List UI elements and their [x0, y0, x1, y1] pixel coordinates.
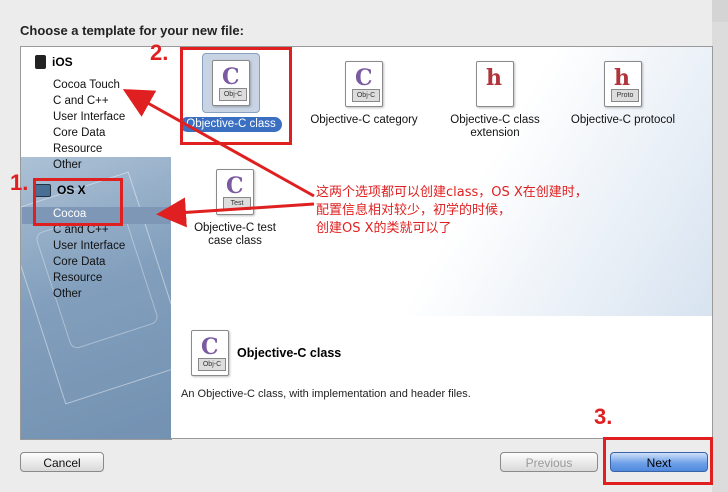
mac-icon	[35, 183, 51, 197]
ios-section-header: iOS	[35, 55, 73, 69]
template-objc-protocol[interactable]: h Proto Objective-C protocol	[563, 61, 683, 128]
annotation-note: 这两个选项都可以创建class，OS X在创建时， 配置信息相对较少，初学的时候…	[316, 184, 646, 238]
sidebar-item-ios-core-data[interactable]: Core Data	[53, 127, 105, 139]
sidebar-item-ios-resource[interactable]: Resource	[53, 143, 102, 155]
file-glyph: C	[222, 64, 240, 90]
sidebar-selection-highlight	[22, 207, 170, 224]
cancel-button[interactable]: Cancel	[20, 452, 104, 472]
previous-button[interactable]: Previous	[500, 452, 598, 472]
file-type-tag: Proto	[611, 89, 639, 102]
file-glyph: C	[355, 65, 373, 91]
sidebar-item-osx-resource[interactable]: Resource	[53, 272, 102, 284]
template-label: Objective-C protocol	[570, 114, 676, 126]
file-type-tag: Test	[223, 197, 251, 210]
sidebar-item-osx-user-interface[interactable]: User Interface	[53, 240, 125, 252]
annotation-note-line: 配置信息相对较少，初学的时候，	[316, 203, 512, 218]
template-detail-title: Objective-C class	[237, 346, 342, 360]
objc-class-file-icon: C Obj-C	[212, 60, 250, 106]
file-glyph: C	[201, 334, 219, 360]
template-description-panel: C Obj-C Objective-C class An Objective-C…	[171, 316, 713, 439]
file-glyph: C	[226, 173, 244, 199]
annotation-step-1: 1.	[10, 170, 29, 195]
sheet-prompt: Choose a template for your new file:	[20, 23, 244, 38]
template-label: Objective-C category	[310, 114, 418, 126]
template-label: Objective-C class	[180, 117, 282, 132]
iphone-icon	[35, 55, 46, 69]
annotation-note-line: 这两个选项都可以创建class，OS X在创建时，	[316, 185, 588, 200]
sidebar-item-cocoa[interactable]: Cocoa	[53, 208, 86, 220]
file-type-tag: Obj-C	[352, 89, 380, 102]
sidebar-blueprint-art	[21, 157, 171, 439]
annotation-note-line: 创建OS X的类就可以了	[316, 221, 452, 236]
template-label: Objective-C class extension	[450, 114, 540, 139]
file-glyph: h	[614, 65, 630, 91]
template-grid: C Obj-C Objective-C class C Obj-C Object…	[171, 46, 713, 317]
sidebar-item-osx-c-cpp[interactable]: C and C++	[53, 224, 109, 236]
template-objc-test-case[interactable]: C Test Objective-C test case class	[175, 169, 295, 249]
objc-class-file-icon: C Obj-C	[191, 330, 229, 376]
template-selection-frame: C Obj-C	[202, 53, 260, 113]
osx-section-header: OS X	[35, 183, 86, 197]
protocol-file-icon: h Proto	[604, 61, 642, 107]
template-objc-class[interactable]: C Obj-C Objective-C class	[171, 53, 291, 132]
annotation-step-3: 3.	[594, 404, 613, 429]
sidebar-item-ios-other[interactable]: Other	[53, 159, 82, 171]
template-category-sidebar: iOS Cocoa Touch C and C++ User Interface…	[20, 46, 172, 440]
file-glyph: h	[486, 65, 502, 91]
sidebar-item-ios-c-cpp[interactable]: C and C++	[53, 95, 109, 107]
template-objc-class-extension[interactable]: h Objective-C class extension	[435, 61, 555, 141]
template-objc-category[interactable]: C Obj-C Objective-C category	[304, 61, 424, 128]
ios-section-title: iOS	[52, 55, 73, 69]
template-label: Objective-C test case class	[194, 222, 276, 247]
sidebar-item-ios-user-interface[interactable]: User Interface	[53, 111, 125, 123]
file-type-tag: Obj-C	[219, 88, 247, 101]
test-case-file-icon: C Test	[216, 169, 254, 215]
osx-section-title: OS X	[57, 183, 86, 197]
sidebar-item-osx-core-data[interactable]: Core Data	[53, 256, 105, 268]
sidebar-item-cocoa-touch[interactable]: Cocoa Touch	[53, 79, 120, 91]
file-type-tag: Obj-C	[198, 358, 226, 371]
objc-category-file-icon: C Obj-C	[345, 61, 383, 107]
sidebar-item-osx-other[interactable]: Other	[53, 288, 82, 300]
next-button[interactable]: Next	[610, 452, 708, 472]
template-detail-description: An Objective-C class, with implementatio…	[181, 388, 471, 400]
background-inspector	[712, 22, 728, 492]
annotation-step-2: 2.	[150, 40, 169, 65]
header-file-icon: h	[476, 61, 514, 107]
